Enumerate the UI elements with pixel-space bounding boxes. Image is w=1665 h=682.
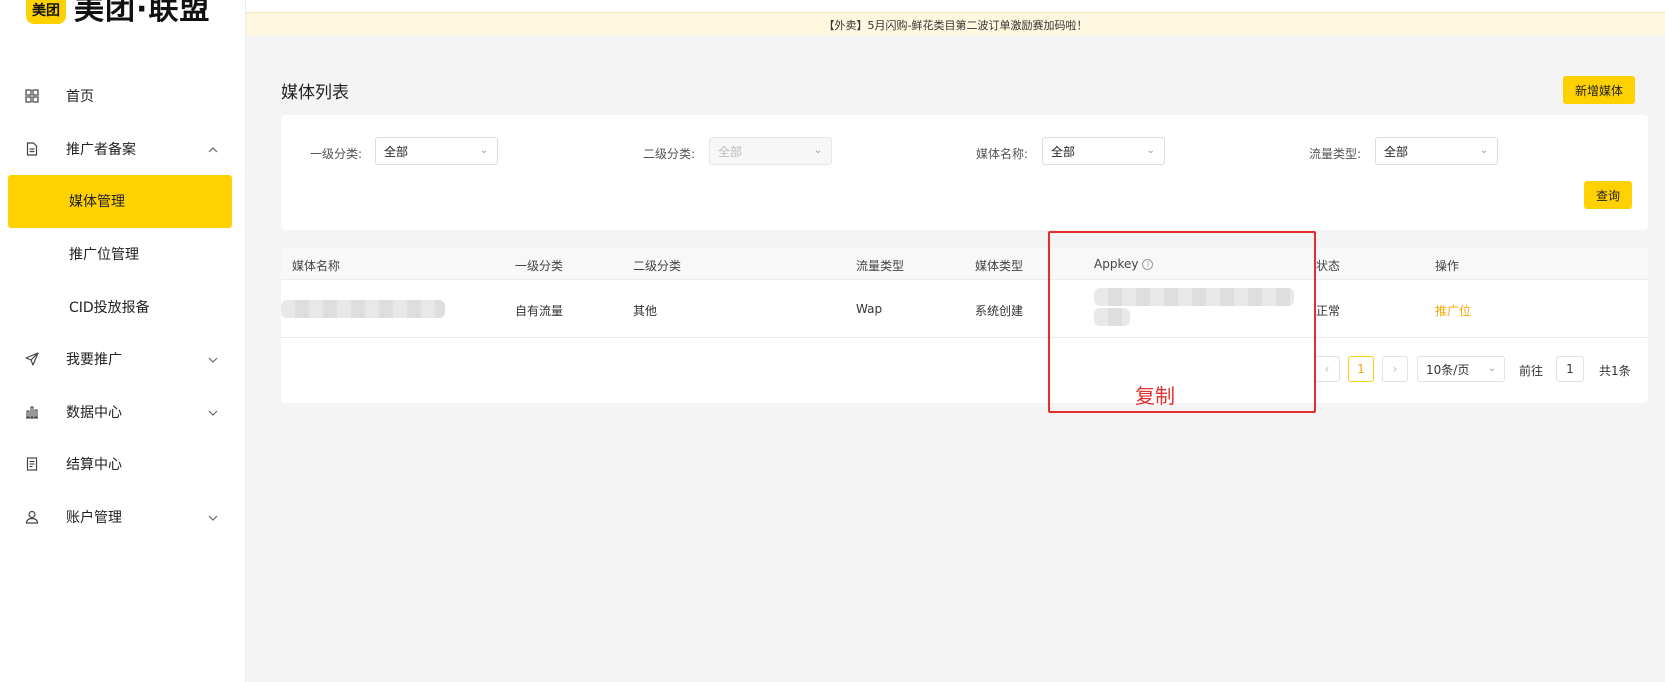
sidebar-item-media-manage[interactable]: 媒体管理 xyxy=(8,175,232,228)
col-media-type: 媒体类型 xyxy=(975,259,1024,273)
send-icon xyxy=(24,351,40,367)
level2-select[interactable]: 全部 ⌄ xyxy=(709,137,832,165)
sidebar-item-filing[interactable]: 推广者备案 xyxy=(0,123,246,176)
query-button[interactable]: 查询 xyxy=(1584,181,1632,209)
chevron-down-icon: ⌄ xyxy=(813,145,822,156)
col-level1: 一级分类 xyxy=(515,259,564,273)
add-media-button[interactable]: 新增媒体 xyxy=(1563,76,1635,104)
cell-media-type: 系统创建 xyxy=(975,304,1024,318)
sidebar-item-label: 数据中心 xyxy=(66,404,122,421)
level2-label: 二级分类: xyxy=(643,147,696,161)
info-icon[interactable]: i xyxy=(1142,259,1154,270)
goto-label: 前往 xyxy=(1519,364,1544,378)
traffic-type-select-value: 全部 xyxy=(1384,144,1409,159)
sidebar-item-label: 账户管理 xyxy=(66,510,122,527)
sidebar-item-account-manage[interactable]: 账户管理 xyxy=(0,491,246,544)
logo[interactable]: 美团 美团·联盟 xyxy=(26,0,210,27)
top-strip xyxy=(246,0,1665,12)
table-row: 自有流量 其他 Wap 系统创建 正常 推广位 xyxy=(281,280,1648,338)
chevron-down-icon xyxy=(208,352,218,366)
traffic-type-select[interactable]: 全部 ⌄ xyxy=(1375,137,1498,165)
chevron-down-icon xyxy=(208,510,218,524)
prev-page-button[interactable]: ‹ xyxy=(1314,356,1340,382)
banner-text[interactable]: 【外卖】5月闪购-鲜花类目第二波订单激励赛加码啦！ xyxy=(824,17,1088,33)
sidebar-item-settle-center[interactable]: 结算中心 xyxy=(0,438,246,491)
cell-status: 正常 xyxy=(1316,304,1341,318)
chevron-down-icon: ⌄ xyxy=(1146,145,1155,156)
page-size-value: 10条/页 xyxy=(1426,362,1470,377)
level1-label: 一级分类: xyxy=(310,147,363,161)
promotion-slot-link[interactable]: 推广位 xyxy=(1435,302,1471,319)
total-count: 共1条 xyxy=(1599,364,1631,378)
document-icon xyxy=(24,141,40,157)
media-table: 媒体名称 一级分类 二级分类 流量类型 媒体类型 Appkey i 状态 操作 自… xyxy=(281,248,1648,403)
col-appkey: Appkey i xyxy=(1094,257,1154,271)
sidebar-item-slot-manage[interactable]: 推广位管理 xyxy=(0,228,246,281)
sidebar-menu: 首页 推广者备案 媒体管理 推广位管理 CID投放报备 我要推广 数据中心 结算… xyxy=(0,70,246,543)
page-number-current[interactable]: 1 xyxy=(1348,356,1374,382)
chevron-up-icon xyxy=(208,142,218,156)
table-header: 媒体名称 一级分类 二级分类 流量类型 媒体类型 Appkey i 状态 操作 xyxy=(281,248,1648,280)
sidebar-item-cid-report[interactable]: CID投放报备 xyxy=(0,280,246,333)
col-media-name: 媒体名称 xyxy=(292,259,341,273)
logo-mark: 美团 xyxy=(26,0,66,24)
level1-select-value: 全部 xyxy=(384,144,409,159)
col-status: 状态 xyxy=(1316,259,1341,273)
page-title: 媒体列表 xyxy=(281,83,349,103)
traffic-type-label: 流量类型: xyxy=(1309,147,1362,161)
redacted-media-name xyxy=(281,300,445,318)
col-action: 操作 xyxy=(1435,259,1460,273)
filter-card: 一级分类: 全部 ⌄ 二级分类: 全部 ⌄ 媒体名称: 全部 ⌄ 流量类型: 全… xyxy=(281,115,1648,230)
chevron-down-icon: ⌄ xyxy=(479,145,488,156)
chevron-right-icon: › xyxy=(1392,362,1398,376)
level1-select[interactable]: 全部 ⌄ xyxy=(375,137,498,165)
logo-text: 美团·联盟 xyxy=(74,0,211,27)
bar-chart-icon xyxy=(24,404,40,420)
sidebar-item-label: 结算中心 xyxy=(66,457,122,474)
grid-icon xyxy=(24,88,40,104)
user-icon xyxy=(24,509,40,525)
cell-level1: 自有流量 xyxy=(515,304,564,318)
sidebar-item-label: 首页 xyxy=(66,89,94,106)
page-size-select[interactable]: 10条/页 ⌄ xyxy=(1417,356,1505,382)
sidebar: 美团 美团·联盟 首页 推广者备案 媒体管理 推广位管理 CID投放报备 我要推… xyxy=(0,0,246,682)
media-name-label: 媒体名称: xyxy=(976,147,1029,161)
annotation-copy-text: 复制 xyxy=(1135,384,1175,408)
cell-level2: 其他 xyxy=(633,304,658,318)
sidebar-item-data-center[interactable]: 数据中心 xyxy=(0,386,246,439)
level2-select-value: 全部 xyxy=(718,144,743,159)
sidebar-item-label: 推广者备案 xyxy=(66,141,136,158)
sidebar-item-label: 我要推广 xyxy=(66,352,122,369)
sidebar-item-promote[interactable]: 我要推广 xyxy=(0,333,246,386)
chevron-down-icon xyxy=(208,405,218,419)
chevron-down-icon: ⌄ xyxy=(1487,363,1496,374)
chevron-down-icon: ⌄ xyxy=(1479,145,1488,156)
media-name-select[interactable]: 全部 ⌄ xyxy=(1042,137,1165,165)
announcement-banner[interactable]: 【外卖】5月闪购-鲜花类目第二波订单激励赛加码啦！ xyxy=(246,12,1665,36)
cell-traffic-type: Wap xyxy=(856,302,883,316)
goto-page-input[interactable]: 1 xyxy=(1556,356,1584,382)
col-traffic-type: 流量类型 xyxy=(856,259,905,273)
redacted-appkey-line1[interactable] xyxy=(1094,288,1294,306)
receipt-icon xyxy=(24,456,40,472)
next-page-button[interactable]: › xyxy=(1382,356,1408,382)
col-level2: 二级分类 xyxy=(633,259,682,273)
chevron-left-icon: ‹ xyxy=(1324,362,1330,376)
col-appkey-label: Appkey xyxy=(1094,257,1139,271)
media-name-select-value: 全部 xyxy=(1051,144,1076,159)
redacted-appkey-line2[interactable] xyxy=(1094,308,1130,326)
sidebar-item-home[interactable]: 首页 xyxy=(0,70,246,123)
